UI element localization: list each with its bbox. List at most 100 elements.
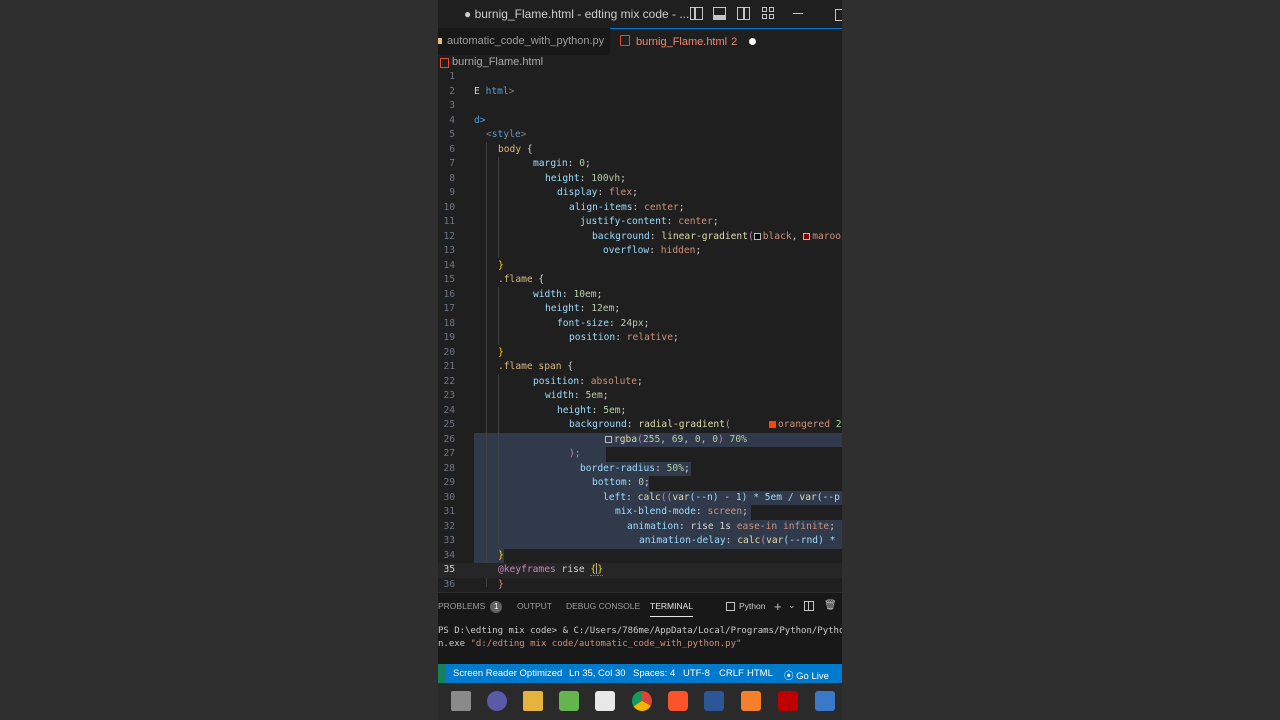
tab-label: PROBLEMS xyxy=(438,601,486,611)
breadcrumb-file[interactable]: burnig_Flame.html xyxy=(452,56,543,68)
tab-python-file[interactable]: automatic_code_with_python.py xyxy=(438,28,610,55)
chrome-icon[interactable] xyxy=(632,691,652,711)
tab-problems[interactable]: PROBLEMS 1 xyxy=(438,601,503,613)
chat-icon[interactable] xyxy=(487,691,507,711)
code-token: > xyxy=(508,85,515,97)
powershell-icon[interactable] xyxy=(704,691,724,711)
tab-debug-console[interactable]: DEBUG CONSOLE xyxy=(566,601,640,611)
line-number: 1 xyxy=(449,71,455,82)
chevron-down-icon[interactable]: ⌄ xyxy=(788,600,796,611)
line-number: 25 xyxy=(443,419,455,430)
code-line: 1 xyxy=(438,70,842,85)
code-token: calc xyxy=(737,535,761,546)
status-language[interactable]: HTML xyxy=(747,668,773,679)
store-icon[interactable] xyxy=(595,691,615,711)
line-number: 24 xyxy=(443,404,455,416)
code-token: relative xyxy=(626,332,673,343)
code-token: flex xyxy=(609,187,633,198)
line-number: 9 xyxy=(449,187,455,198)
maximize-icon[interactable] xyxy=(835,9,842,21)
trash-icon[interactable]: 🗑 xyxy=(824,600,837,611)
code-editor[interactable]: 1 2E html> 3 4 d> 5 <style> 6 body { 7 margi… xyxy=(438,70,842,592)
brave-icon[interactable] xyxy=(668,691,688,711)
line-number: 27 xyxy=(443,448,455,459)
file-explorer-icon[interactable] xyxy=(523,691,543,711)
remote-indicator[interactable] xyxy=(438,664,445,683)
code-line: 24 height: 5em; xyxy=(438,404,842,419)
unsaved-dot-icon[interactable] xyxy=(749,38,757,45)
tab-label: burnig_Flame.html xyxy=(636,36,728,48)
code-token: ; xyxy=(673,332,679,343)
code-token: ( xyxy=(724,419,731,430)
code-token: height xyxy=(545,303,580,314)
line-number: 33 xyxy=(443,535,455,546)
code-token: ; xyxy=(585,158,591,169)
terminal-shell-selector[interactable]: Python xyxy=(739,601,765,611)
status-go-live[interactable]: ⦿ Go Live xyxy=(784,668,829,682)
status-eol[interactable]: CRLF xyxy=(719,668,744,679)
code-token: } xyxy=(597,564,603,576)
status-indentation[interactable]: Spaces: 4 xyxy=(633,668,675,679)
vscode-window: ● burnig_Flame.html - edting mix code - … xyxy=(438,0,842,720)
toggle-secondary-sidebar-icon[interactable] xyxy=(737,7,750,20)
xampp-icon[interactable] xyxy=(741,691,761,711)
store-stack-icon[interactable] xyxy=(559,691,579,711)
code-token: animation-delay xyxy=(639,535,726,546)
go-live-label: Go Live xyxy=(796,671,829,682)
color-swatch-maroon[interactable] xyxy=(803,232,811,240)
code-line: 12 background: linear-gradient(black, mar… xyxy=(438,230,842,245)
code-token: bottom xyxy=(592,477,627,488)
code-token: html xyxy=(485,85,509,97)
code-line: 8 height: 100vh; xyxy=(438,172,842,187)
code-line: 19 position: relative; xyxy=(438,331,842,346)
line-number: 14 xyxy=(443,259,455,271)
color-swatch-orangered[interactable] xyxy=(769,421,776,428)
terminal-icon xyxy=(726,602,735,611)
status-screen-reader[interactable]: Screen Reader Optimized xyxy=(453,668,562,679)
code-line: 33 animation-delay: calc(var(--rnd) * xyxy=(438,534,842,549)
line-number: 22 xyxy=(443,375,455,387)
line-number: 21 xyxy=(443,361,455,372)
code-token: justify-content xyxy=(580,216,667,227)
toggle-panel-icon[interactable] xyxy=(713,7,726,20)
code-token: : xyxy=(591,404,604,416)
breadcrumb[interactable]: burnig_Flame.html xyxy=(438,55,842,70)
color-swatch-black[interactable] xyxy=(753,232,761,240)
code-token: : xyxy=(626,491,638,503)
minimize-icon[interactable] xyxy=(793,13,803,14)
code-token: width xyxy=(533,288,562,300)
code-token: 5em xyxy=(603,404,621,416)
code-line: 25 background: radial-gradient(orangered … xyxy=(438,418,842,433)
code-token: ; xyxy=(678,201,685,213)
line-number: 5 xyxy=(449,129,455,140)
code-token: ; xyxy=(620,172,626,184)
tab-html-file[interactable]: burnig_Flame.html 2 xyxy=(610,28,842,55)
code-token: screen xyxy=(707,506,743,517)
code-token: } xyxy=(498,259,504,271)
start-icon[interactable] xyxy=(451,691,471,711)
code-token: body xyxy=(498,143,522,155)
code-token: margin xyxy=(533,158,568,169)
filezilla-icon[interactable] xyxy=(778,691,798,711)
split-terminal-icon[interactable] xyxy=(804,601,814,611)
code-token: infinite xyxy=(782,520,830,532)
code-line: 17 height: 12em; xyxy=(438,302,842,317)
code-token: 2 xyxy=(829,419,842,430)
terminal-text: n.exe xyxy=(438,639,471,649)
tab-terminal[interactable]: TERMINAL xyxy=(650,601,693,617)
line-number: 20 xyxy=(443,346,455,358)
line-number: 4 xyxy=(449,114,455,126)
color-swatch-transparent[interactable] xyxy=(605,435,612,443)
status-cursor-position[interactable]: Ln 35, Col 30 xyxy=(569,668,626,679)
code-token: calc xyxy=(637,491,661,503)
status-encoding[interactable]: UTF-8 xyxy=(683,668,710,679)
customize-layout-icon[interactable] xyxy=(762,7,775,20)
code-token: linear-gradient xyxy=(661,230,748,242)
code-line: 6 body { xyxy=(438,143,842,158)
line-number: 23 xyxy=(443,390,455,401)
network-icon[interactable] xyxy=(815,691,835,711)
add-terminal-icon[interactable]: + xyxy=(774,599,782,614)
code-token: display xyxy=(557,187,598,198)
toggle-primary-sidebar-icon[interactable] xyxy=(690,7,703,20)
tab-output[interactable]: OUTPUT xyxy=(517,601,552,611)
